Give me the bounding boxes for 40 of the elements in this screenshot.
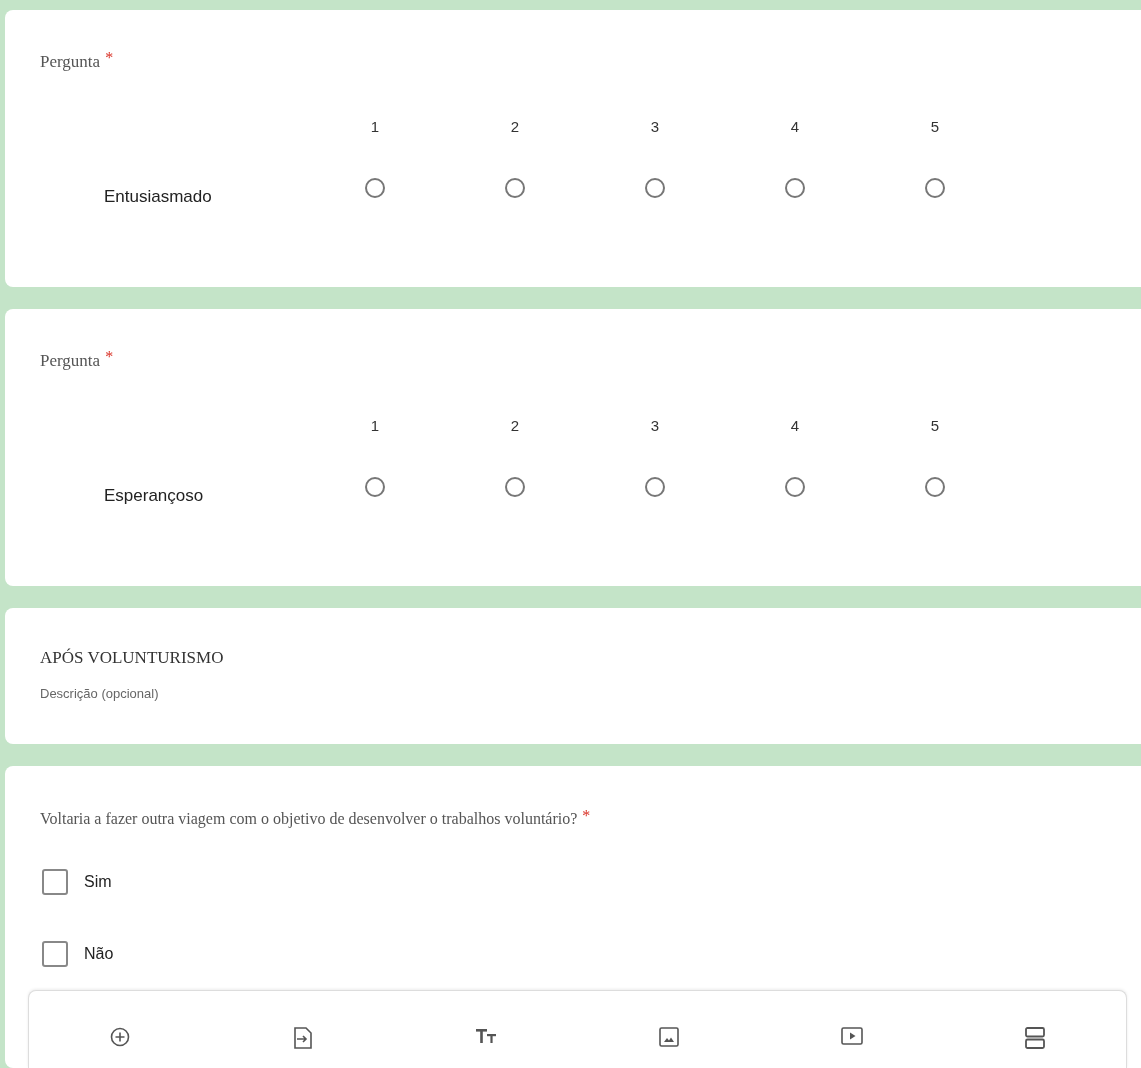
scale-label: 3 (650, 417, 660, 434)
scale-label: 5 (930, 417, 940, 434)
section-icon[interactable] (1024, 1027, 1045, 1049)
scale-label: 1 (370, 417, 380, 434)
scale-label: 2 (510, 417, 520, 434)
radio-button[interactable] (365, 477, 385, 497)
add-icon[interactable] (110, 1027, 131, 1047)
scale-label: 4 (790, 118, 800, 135)
radio-button[interactable] (785, 477, 805, 497)
radio-button[interactable] (505, 178, 525, 198)
required-mark: * (105, 348, 114, 366)
radio-button[interactable] (365, 178, 385, 198)
question-title: Voltaria a fazer outra viagem com o objetivo de desenvolver o trabalhos voluntário? (40, 810, 578, 828)
required-mark: * (105, 49, 114, 67)
option-label: Sim (84, 873, 112, 891)
image-icon[interactable] (658, 1027, 679, 1047)
required-mark: * (582, 807, 591, 825)
section-title: APÓS VOLUNTURISMO (40, 648, 224, 668)
video-icon[interactable] (840, 1027, 863, 1045)
radio-button[interactable] (645, 477, 665, 497)
scale-label: 1 (370, 118, 380, 135)
text-icon[interactable] (475, 1027, 498, 1045)
checkbox[interactable] (42, 869, 68, 895)
radio-button[interactable] (645, 178, 665, 198)
question-title: Pergunta (40, 52, 101, 72)
scale-label: 4 (790, 417, 800, 434)
radio-button[interactable] (925, 178, 945, 198)
row-label: Entusiasmado (104, 187, 212, 207)
row-label: Esperançoso (104, 486, 204, 506)
question-title: Pergunta (40, 351, 101, 371)
scale-label: 5 (930, 118, 940, 135)
option-label: Não (84, 945, 114, 963)
import-icon[interactable] (294, 1027, 313, 1049)
scale-label: 3 (650, 118, 660, 135)
radio-button[interactable] (505, 477, 525, 497)
radio-button[interactable] (785, 178, 805, 198)
scale-label: 2 (510, 118, 520, 135)
radio-button[interactable] (925, 477, 945, 497)
section-description: Descrição (opcional) (40, 686, 159, 701)
checkbox[interactable] (42, 941, 68, 967)
